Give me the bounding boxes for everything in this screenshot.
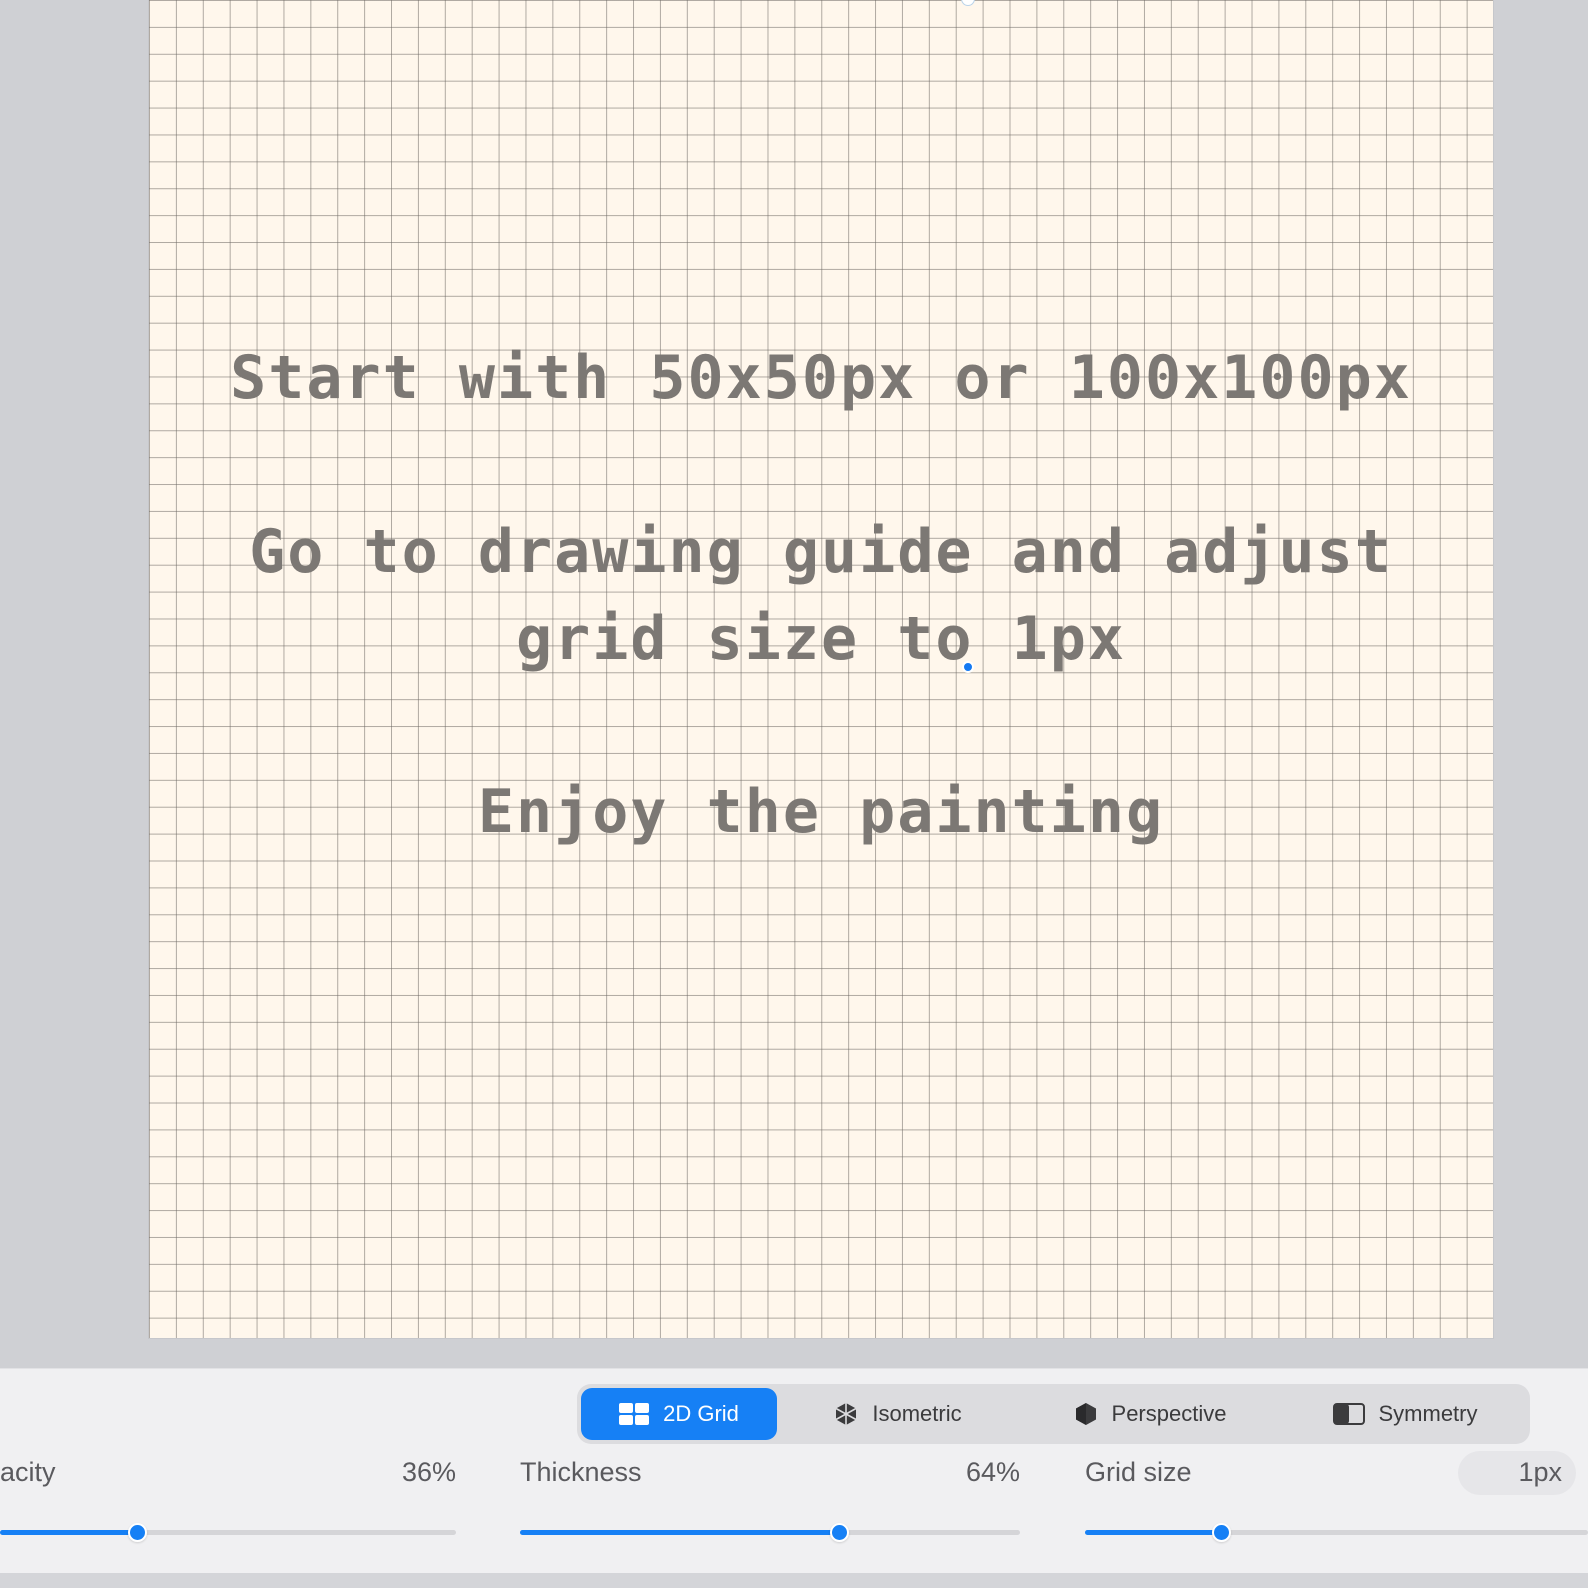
isometric-icon — [834, 1402, 858, 1426]
mode-isometric-button[interactable]: Isometric — [813, 1388, 983, 1440]
opacity-label: acity — [0, 1457, 56, 1487]
mode-2d-grid-button[interactable]: 2D Grid — [581, 1388, 777, 1440]
mode-2d-grid-label: 2D Grid — [663, 1401, 739, 1426]
opacity-slider-knob[interactable] — [127, 1523, 147, 1542]
guide-mode-segmented-control: 2D Grid Isometric Perspective Symmetry — [577, 1384, 1530, 1444]
drawing-canvas[interactable]: Start with 50x50px or 100x100px Go to dr… — [149, 0, 1493, 1338]
grid-size-slider[interactable] — [1085, 1523, 1588, 1542]
opacity-slider[interactable] — [0, 1523, 456, 1542]
thickness-slider-knob[interactable] — [829, 1523, 849, 1542]
canvas-text-line-2: Go to drawing guide and adjust — [249, 517, 1393, 587]
canvas-text-line-4: Enjoy the painting — [477, 777, 1165, 847]
opacity-slider-fill — [0, 1530, 137, 1535]
thickness-label: Thickness — [520, 1457, 642, 1487]
opacity-value: 36% — [401, 1457, 456, 1487]
grid-2d-icon — [619, 1403, 650, 1425]
mode-isometric-label: Isometric — [872, 1401, 962, 1426]
grid-size-label: Grid size — [1085, 1457, 1192, 1487]
thickness-slider[interactable] — [520, 1523, 1020, 1542]
drawing-guide-panel: 2D Grid Isometric Perspective Symmetry a… — [0, 1368, 1588, 1574]
grid-size-slider-fill — [1085, 1530, 1221, 1535]
grid-size-slider-knob[interactable] — [1211, 1523, 1231, 1542]
guide-center-handle[interactable] — [962, 661, 974, 673]
guide-top-handle[interactable] — [961, 0, 975, 6]
canvas-text-line-3: grid size to 1px — [516, 604, 1126, 674]
canvas-text-line-1: Start with 50x50px or 100x100px — [230, 343, 1412, 413]
workspace: Start with 50x50px or 100x100px Go to dr… — [0, 0, 1588, 1368]
symmetry-icon — [1332, 1403, 1365, 1425]
thickness-slider-fill — [520, 1530, 839, 1535]
thickness-value: 64% — [965, 1457, 1020, 1487]
mode-symmetry-label: Symmetry — [1378, 1401, 1478, 1426]
mode-perspective-label: Perspective — [1111, 1401, 1227, 1426]
mode-perspective-button[interactable]: Perspective — [1055, 1388, 1245, 1440]
grid-size-value: 1px — [1518, 1457, 1562, 1487]
bottom-strip — [0, 1573, 1588, 1588]
mode-symmetry-button[interactable]: Symmetry — [1317, 1388, 1493, 1440]
grid-size-value-field[interactable]: 1px — [1458, 1451, 1576, 1495]
perspective-icon — [1074, 1402, 1098, 1426]
